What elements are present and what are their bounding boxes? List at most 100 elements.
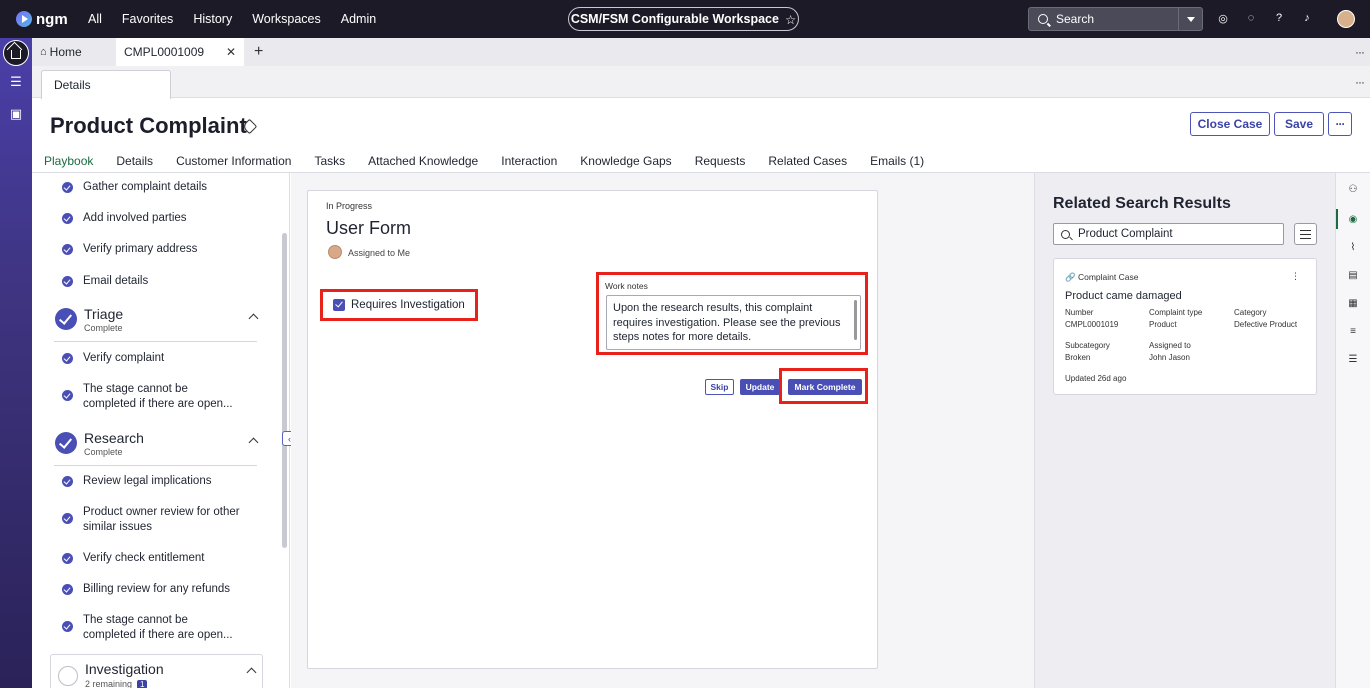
home-rail-button[interactable] bbox=[3, 40, 29, 66]
related-search-input[interactable]: Product Complaint bbox=[1053, 223, 1284, 245]
mark-complete-button[interactable]: Mark Complete bbox=[788, 379, 862, 395]
work-notes-field[interactable]: Upon the research results, this complain… bbox=[606, 295, 861, 350]
more-icon[interactable]: ··· bbox=[1355, 45, 1365, 59]
result-title[interactable]: Product came damaged bbox=[1065, 290, 1182, 302]
inbox-icon[interactable]: ▣ bbox=[0, 98, 32, 130]
nav-admin[interactable]: Admin bbox=[341, 12, 376, 26]
playbook-step[interactable]: The stage cannot be completed if there a… bbox=[62, 382, 243, 411]
tab-details[interactable]: Details bbox=[41, 70, 171, 99]
checkbox-checked-icon[interactable] bbox=[333, 299, 345, 311]
left-rail: ☰ ▣ bbox=[0, 38, 32, 688]
tab-strip: ⌂ Home CMPL0001009 ✕ + ··· bbox=[32, 38, 1370, 66]
globe-icon[interactable]: ◎ bbox=[1216, 11, 1230, 25]
work-notes-highlight: Work notes Upon the research results, th… bbox=[596, 272, 868, 355]
playbook-step[interactable]: Add involved parties bbox=[62, 211, 243, 226]
tab-details-record[interactable]: Details bbox=[116, 154, 153, 174]
user-avatar[interactable] bbox=[1337, 10, 1355, 28]
notes-icon[interactable]: ☰ bbox=[1347, 353, 1359, 365]
agent-assist-icon[interactable]: ⚇ bbox=[1347, 183, 1359, 195]
tab-case[interactable]: CMPL0001009 ✕ bbox=[116, 38, 244, 66]
update-button[interactable]: Update bbox=[740, 379, 780, 395]
bell-icon[interactable]: ♪ bbox=[1300, 11, 1314, 25]
close-icon[interactable]: ✕ bbox=[226, 45, 236, 59]
tab-home[interactable]: ⌂ Home bbox=[40, 45, 116, 59]
step-label: Gather complaint details bbox=[83, 181, 208, 193]
checkbox-label: Requires Investigation bbox=[351, 299, 465, 311]
stage-investigation[interactable]: Investigation 2 remaining 1 bbox=[50, 654, 263, 688]
tab-requests[interactable]: Requests bbox=[695, 154, 746, 174]
save-button[interactable]: Save bbox=[1274, 112, 1324, 136]
playbook-panel: Gather complaint details Add involved pa… bbox=[32, 173, 290, 688]
nav-favorites[interactable]: Favorites bbox=[122, 12, 173, 26]
sub-tab-row: Details ··· bbox=[32, 66, 1370, 99]
playbook-step[interactable]: The stage cannot be completed if there a… bbox=[62, 613, 243, 642]
work-notes-label: Work notes bbox=[605, 281, 648, 291]
stage-triage[interactable]: Triage Complete bbox=[54, 306, 259, 342]
check-icon bbox=[62, 621, 73, 632]
more-actions-button[interactable]: ··· bbox=[1328, 112, 1352, 136]
stage-status: 2 remaining bbox=[85, 679, 133, 688]
tab-related-cases[interactable]: Related Cases bbox=[768, 154, 847, 174]
logo-icon bbox=[16, 11, 32, 27]
form-title: User Form bbox=[326, 218, 411, 238]
chevron-up-icon[interactable] bbox=[248, 313, 259, 324]
step-label: Review legal implications bbox=[83, 475, 212, 487]
add-tab-icon[interactable]: + bbox=[254, 43, 263, 61]
help-icon[interactable]: ? bbox=[1272, 11, 1286, 25]
tab-attached-knowledge[interactable]: Attached Knowledge bbox=[368, 154, 478, 174]
close-case-button[interactable]: Close Case bbox=[1190, 112, 1270, 136]
list-icon[interactable]: ≡ bbox=[1347, 325, 1359, 337]
chevron-up-icon[interactable] bbox=[246, 667, 257, 678]
textarea-scrollbar[interactable] bbox=[854, 300, 857, 340]
knowledge-icon[interactable]: ◉ bbox=[1347, 213, 1359, 225]
attachment-icon[interactable]: ⌇ bbox=[1347, 241, 1359, 253]
playbook-step[interactable]: Gather complaint details bbox=[62, 180, 243, 195]
playbook-step[interactable]: Verify check entitlement bbox=[62, 551, 243, 566]
result-card[interactable]: 🔗 Complaint Case ⋮ Product came damaged … bbox=[1053, 258, 1317, 395]
tab-customer-information[interactable]: Customer Information bbox=[176, 154, 291, 174]
skip-button[interactable]: Skip bbox=[705, 379, 734, 395]
list-icon[interactable]: ☰ bbox=[0, 66, 32, 98]
tab-tasks[interactable]: Tasks bbox=[314, 154, 345, 174]
requires-investigation-checkbox[interactable]: Requires Investigation bbox=[320, 289, 478, 321]
tab-playbook[interactable]: Playbook bbox=[41, 154, 98, 179]
chevron-up-icon[interactable] bbox=[248, 437, 259, 448]
nav-workspaces[interactable]: Workspaces bbox=[252, 12, 321, 26]
stage-research[interactable]: Research Complete bbox=[54, 430, 259, 466]
home-icon bbox=[11, 50, 21, 59]
playbook-scrollbar[interactable] bbox=[282, 233, 287, 548]
nav-all[interactable]: All bbox=[88, 12, 102, 26]
more-icon[interactable]: ··· bbox=[1355, 75, 1365, 89]
result-type: 🔗 Complaint Case bbox=[1065, 272, 1139, 282]
tab-knowledge-gaps[interactable]: Knowledge Gaps bbox=[580, 154, 671, 174]
file-icon[interactable]: ▦ bbox=[1347, 297, 1359, 309]
check-icon bbox=[62, 584, 73, 595]
nav-history[interactable]: History bbox=[193, 12, 232, 26]
chat-icon[interactable]: ◌ bbox=[1244, 11, 1258, 25]
ngm-logo[interactable]: ngm bbox=[16, 11, 78, 28]
tab-interaction[interactable]: Interaction bbox=[501, 154, 557, 174]
playbook-step[interactable]: Verify primary address bbox=[62, 242, 243, 257]
field-value: John Jason bbox=[1149, 353, 1190, 362]
related-search-panel: Related Search Results Product Complaint… bbox=[1034, 173, 1335, 688]
updated-timestamp: Updated 26d ago bbox=[1065, 374, 1127, 383]
playbook-step[interactable]: Review legal implications bbox=[62, 474, 243, 489]
filter-icon[interactable] bbox=[1294, 223, 1317, 245]
playbook-step[interactable]: Email details bbox=[62, 274, 243, 289]
star-icon[interactable]: ☆ bbox=[785, 12, 796, 27]
document-icon[interactable]: ▤ bbox=[1347, 269, 1359, 281]
logo-text: ngm bbox=[36, 10, 68, 28]
step-label: Email details bbox=[83, 275, 149, 287]
workspace-switcher[interactable]: CSM/FSM Configurable Workspace ☆ bbox=[568, 7, 799, 31]
playbook-step[interactable]: Billing review for any refunds bbox=[62, 582, 243, 597]
check-icon bbox=[62, 182, 73, 193]
search-icon bbox=[1061, 229, 1070, 239]
field-value: Product bbox=[1149, 320, 1177, 329]
playbook-step[interactable]: Verify complaint bbox=[62, 351, 243, 366]
search-scope-dropdown[interactable] bbox=[1178, 8, 1202, 30]
tab-emails[interactable]: Emails (1) bbox=[870, 154, 924, 174]
global-search[interactable]: Search bbox=[1028, 7, 1203, 31]
playbook-step[interactable]: Product owner review for other similar i… bbox=[62, 505, 243, 534]
more-vertical-icon[interactable]: ⋮ bbox=[1291, 271, 1300, 282]
work-notes-value: Upon the research results, this complain… bbox=[613, 302, 841, 343]
